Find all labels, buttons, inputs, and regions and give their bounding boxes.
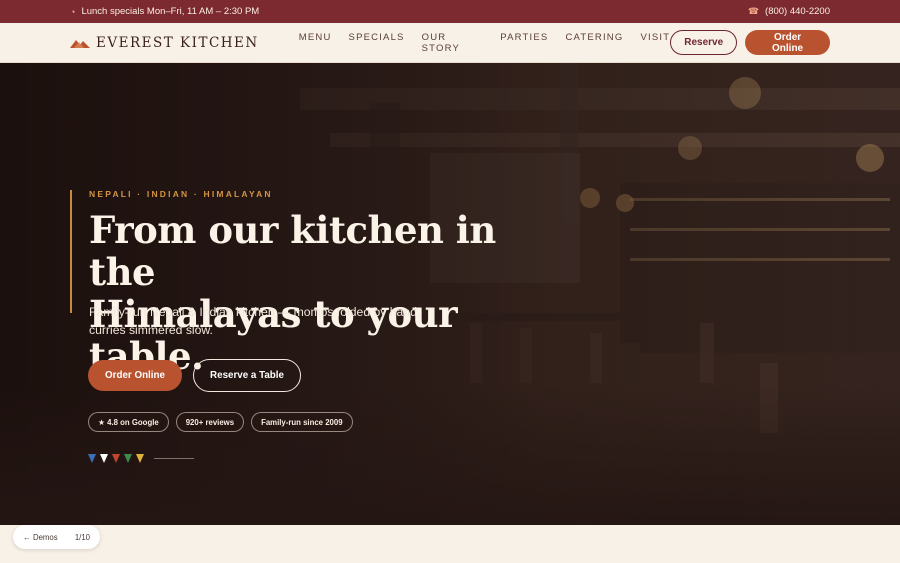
nav-item-parties[interactable]: PARTIES: [500, 32, 548, 54]
hero-headline: From our kitchen in the Himalayas to you…: [89, 209, 559, 377]
phone-link[interactable]: ☎ (800) 440-2200: [748, 6, 830, 17]
main-nav: EVEREST KITCHEN MENU SPECIALS OUR STORY …: [0, 23, 900, 63]
nav-item-our-story[interactable]: OUR STORY: [422, 32, 484, 54]
phone-number[interactable]: (800) 440-2200: [765, 6, 830, 17]
hero-subtitle: Family-run Nepali & Indian kitchen — mom…: [89, 305, 421, 337]
nav-menu: MENU SPECIALS OUR STORY PARTIES CATERING…: [299, 32, 670, 54]
nav-item-catering[interactable]: CATERING: [565, 32, 623, 54]
demo-switcher[interactable]: ← Demos 1/10: [13, 525, 100, 549]
announcement: ◔ Lunch specials Mon–Fri, 11 AM – 2:30 P…: [70, 6, 259, 17]
prayer-flags: [88, 454, 194, 463]
next-section: [0, 525, 900, 563]
trust-chips: ★ 4.8 on Google 920+ reviews Family-run …: [88, 412, 353, 432]
headline-line-1: From our kitchen in the: [89, 208, 496, 294]
accent-line: [70, 190, 72, 313]
back-to-demos-link[interactable]: ← Demos: [23, 533, 58, 542]
hero-section: NEPALI · INDIAN · HIMALAYAN From our kit…: [0, 63, 900, 525]
phone-icon: ☎: [747, 6, 760, 16]
prayer-flag-icon: [124, 454, 132, 463]
order-online-button[interactable]: Order Online: [745, 30, 830, 55]
reserve-button[interactable]: Reserve: [670, 30, 738, 55]
announcement-text: Lunch specials Mon–Fri, 11 AM – 2:30 PM: [81, 6, 260, 17]
nav-item-visit[interactable]: VISIT: [640, 32, 670, 54]
prayer-flag-icon: [136, 454, 144, 463]
bowl-icon: ◔: [70, 6, 76, 17]
mountain-logo-icon: [70, 39, 90, 48]
rating-chip: ★ 4.8 on Google: [88, 412, 169, 432]
hero-eyebrow: NEPALI · INDIAN · HIMALAYAN: [89, 189, 273, 199]
announcement-bar: ◔ Lunch specials Mon–Fri, 11 AM – 2:30 P…: [0, 0, 900, 23]
prayer-flag-icon: [112, 454, 120, 463]
hero-order-online-button[interactable]: Order Online: [88, 360, 182, 391]
nav-actions: Reserve Order Online: [670, 30, 830, 55]
nav-item-menu[interactable]: MENU: [299, 32, 332, 54]
brand-logo[interactable]: EVEREST KITCHEN: [70, 35, 299, 51]
demo-counter: 1/10: [74, 532, 90, 542]
since-chip: Family-run since 2009: [251, 412, 353, 432]
prayer-flag-icon: [88, 454, 96, 463]
nav-item-specials[interactable]: SPECIALS: [349, 32, 405, 54]
hero-cta-row: Order Online Reserve a Table: [88, 359, 301, 392]
flag-divider: [154, 458, 194, 459]
reserve-table-button[interactable]: Reserve a Table: [193, 359, 301, 392]
brand-name: EVEREST KITCHEN: [96, 34, 259, 51]
reviews-chip: 920+ reviews: [175, 412, 245, 432]
prayer-flag-icon: [100, 454, 108, 463]
